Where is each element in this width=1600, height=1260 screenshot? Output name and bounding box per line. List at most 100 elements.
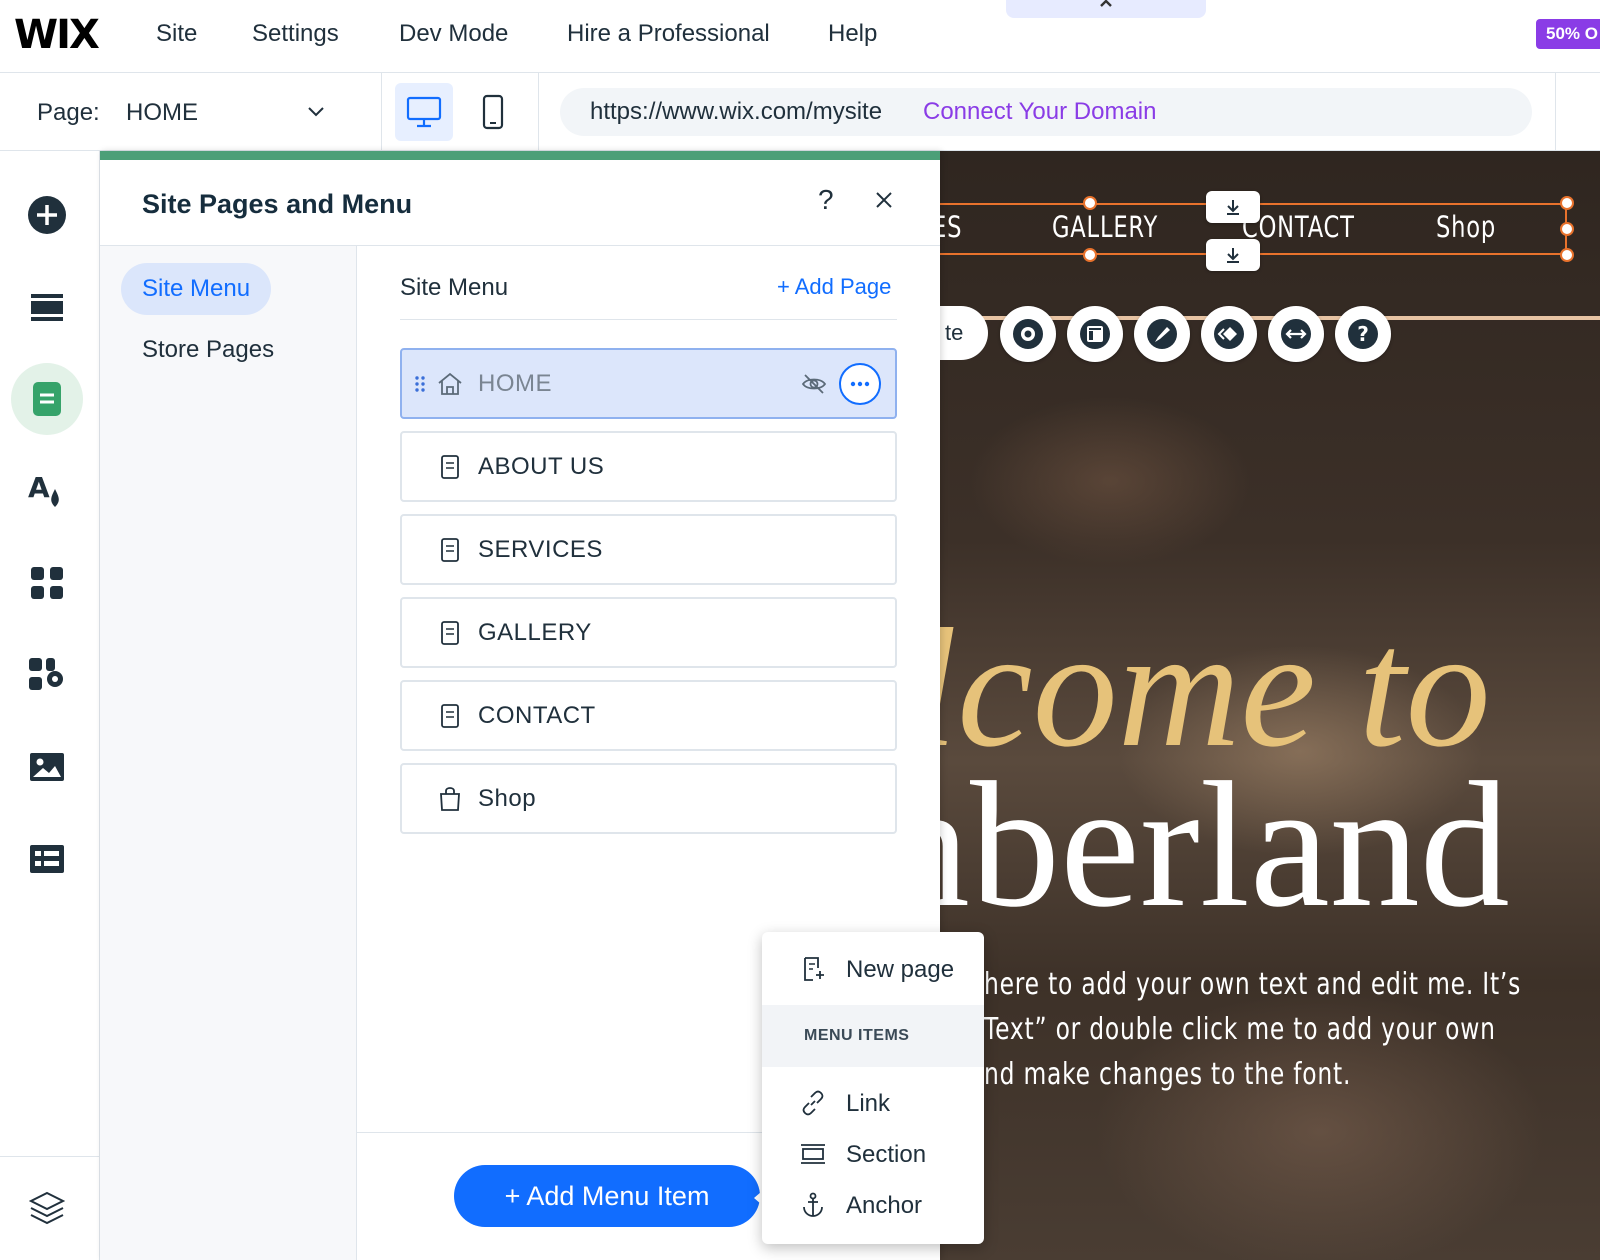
menu-site[interactable]: Site <box>156 20 197 48</box>
add-elements-button[interactable] <box>11 179 83 251</box>
cms-button[interactable] <box>11 823 83 895</box>
anchor-top-button[interactable] <box>1206 191 1260 223</box>
page-row-label: SERVICES <box>478 536 603 563</box>
hero-paragraph-line[interactable]: nd make changes to the font. <box>984 1057 1351 1092</box>
nav-site-menu[interactable]: Site Menu <box>121 263 272 315</box>
site-canvas[interactable]: ES GALLERY CONTACT Shop te <box>940 151 1600 1260</box>
hero-paragraph-line[interactable]: here to add your own text and edit me. I… <box>984 967 1521 1002</box>
page-row-contact[interactable]: CONTACT <box>400 680 897 751</box>
nav-store-pages[interactable]: Store Pages <box>121 324 295 376</box>
cms-icon <box>30 845 64 873</box>
media-button[interactable] <box>11 731 83 803</box>
wix-logo[interactable]: WIX <box>14 12 100 58</box>
download-arrow-icon <box>1227 248 1239 263</box>
apps-button[interactable] <box>11 547 83 619</box>
page-more-actions-button[interactable] <box>839 363 881 405</box>
svg-text:?: ? <box>1357 322 1369 346</box>
design-tool-button[interactable] <box>1134 306 1190 362</box>
mobile-icon <box>482 94 504 130</box>
connect-domain-link[interactable]: Connect Your Domain <box>923 98 1156 126</box>
page-icon <box>441 538 459 562</box>
menu-help[interactable]: Help <box>828 20 877 48</box>
wix-editor: WIX Site Settings Dev Mode Hire a Profes… <box>0 0 1600 1260</box>
divider <box>0 1156 100 1157</box>
close-icon[interactable] <box>870 186 898 214</box>
divider <box>381 73 382 150</box>
settings-tool-button[interactable] <box>1000 306 1056 362</box>
desktop-view-button[interactable] <box>395 83 453 141</box>
more-dots-icon <box>850 381 870 387</box>
add-menu-item-button[interactable]: + Add Menu Item <box>454 1165 760 1227</box>
list-title: Site Menu <box>400 274 509 301</box>
anchor-icon <box>803 1192 823 1217</box>
anchor-bottom-button[interactable] <box>1206 239 1260 271</box>
page-row-home[interactable]: HOME <box>400 348 897 419</box>
business-tools-button[interactable] <box>11 639 83 711</box>
layers-button[interactable] <box>11 1172 83 1244</box>
site-url: https://www.wix.com/mysite <box>590 98 883 125</box>
panel-help-button[interactable]: ? <box>818 184 834 216</box>
menu-dev-mode[interactable]: Dev Mode <box>399 20 508 48</box>
resize-handle[interactable] <box>1083 196 1097 210</box>
divider <box>1555 73 1556 150</box>
drag-handle-icon[interactable] <box>414 375 426 393</box>
canvas-nav-shop[interactable]: Shop <box>1436 210 1496 244</box>
settings-gear-icon <box>1013 319 1043 349</box>
page-row-label: CONTACT <box>478 702 596 729</box>
dropdown-section[interactable]: Section <box>762 1129 984 1179</box>
hero-paragraph-line[interactable]: Text” or double click me to add your own <box>984 1012 1496 1047</box>
menu-hire-professional[interactable]: Hire a Professional <box>567 20 770 48</box>
page-row-shop[interactable]: Shop <box>400 763 897 834</box>
page-icon <box>441 455 459 479</box>
panel-nav: Site Menu Store Pages <box>100 246 357 1260</box>
animation-tool-button[interactable] <box>1201 306 1257 362</box>
resize-handle[interactable] <box>1560 222 1574 236</box>
help-tool-button[interactable]: ? <box>1335 306 1391 362</box>
apps-icon <box>31 567 63 599</box>
dropdown-item-label: Section <box>846 1141 927 1168</box>
media-icon <box>30 753 64 781</box>
help-icon: ? <box>1348 319 1378 349</box>
svg-text:A: A <box>28 471 50 504</box>
site-design-icon: A <box>28 471 59 507</box>
divider <box>400 319 897 320</box>
edit-site-menu-button[interactable]: te <box>940 306 988 360</box>
collapse-toolbar-tab[interactable] <box>1006 0 1206 18</box>
dropdown-new-page[interactable]: New page <box>762 944 984 994</box>
dropdown-item-label: New page <box>846 956 955 983</box>
page-row-gallery[interactable]: GALLERY <box>400 597 897 668</box>
menu-settings[interactable]: Settings <box>252 20 339 48</box>
sections-button[interactable] <box>11 271 83 343</box>
animation-icon <box>1214 319 1244 349</box>
canvas-nav-services[interactable]: ES <box>940 210 962 244</box>
link-icon <box>802 1090 824 1116</box>
page-row-services[interactable]: SERVICES <box>400 514 897 585</box>
pages-button[interactable] <box>11 363 83 435</box>
add-page-button[interactable]: + Add Page <box>777 274 891 300</box>
pages-icon <box>33 382 61 416</box>
page-row-about-us[interactable]: ABOUT US <box>400 431 897 502</box>
hidden-eye-icon[interactable] <box>800 370 828 398</box>
section-label: MENU ITEMS <box>804 1027 910 1044</box>
hero-title-line-2[interactable]: nberland <box>940 741 1510 948</box>
canvas-nav-gallery[interactable]: GALLERY <box>1052 210 1158 244</box>
resize-handle[interactable] <box>1560 196 1574 210</box>
layout-tool-button[interactable] <box>1067 306 1123 362</box>
dropdown-link[interactable]: Link <box>762 1078 984 1128</box>
download-arrow-icon <box>1227 200 1239 215</box>
resize-handle[interactable] <box>1083 248 1097 262</box>
panel-title: Site Pages and Menu <box>142 189 413 219</box>
page-row-label: ABOUT US <box>478 453 605 480</box>
dropdown-anchor[interactable]: Anchor <box>762 1180 984 1230</box>
site-design-button[interactable]: A <box>11 455 83 527</box>
dropdown-item-label: Link <box>846 1090 891 1117</box>
page-toolbar: Page: HOME https://www.wix.com/mysite Co… <box>0 73 1600 151</box>
promo-badge[interactable]: 50% O <box>1536 19 1600 49</box>
resize-handle[interactable] <box>1560 248 1574 262</box>
stretch-tool-button[interactable] <box>1268 306 1324 362</box>
add-menu-item-dropdown: New page MENU ITEMS Link Section Anchor <box>762 932 984 1244</box>
panel-header: Site Pages and Menu ? <box>100 160 940 246</box>
page-selector[interactable]: HOME <box>126 99 198 127</box>
mobile-view-button[interactable] <box>464 83 522 141</box>
chevron-down-icon[interactable] <box>304 99 328 123</box>
